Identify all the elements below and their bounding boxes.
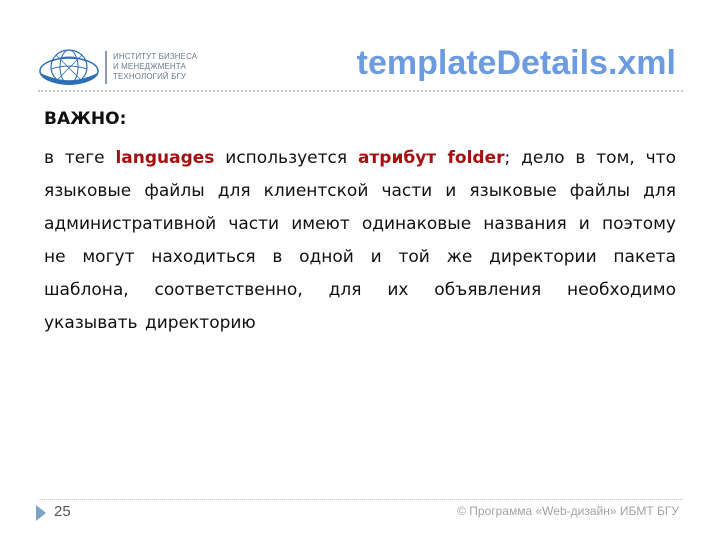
keyword-attribute-folder: атрибут folder [357,148,505,168]
logo-line: ТЕХНОЛОГИЙ БГУ [113,72,187,81]
header-divider [38,90,683,92]
triangle-right-icon [36,505,46,521]
footer-copyright: © Программа «Web-дизайн» ИБМТ БГУ [457,504,679,518]
body-paragraph: в теге languages используется атрибут fo… [44,142,676,340]
logo-line: ИНСТИТУТ БИЗНЕСА [113,52,198,61]
footer-divider [38,499,683,500]
logo-text: ИНСТИТУТ БИЗНЕСА И МЕНЕДЖМЕНТА ТЕХНОЛОГИ… [113,52,197,82]
text-run: ; дело в том, что языковые файлы для кли… [44,148,676,333]
page-number: 25 [54,503,71,520]
keyword-languages: languages [115,148,215,168]
slide-content: ВАЖНО: в теге languages используется атр… [44,106,676,340]
logo-line: И МЕНЕДЖМЕНТА [113,62,186,71]
slide-title: templateDetails.xml [356,44,676,82]
text-run: используется [214,148,358,168]
important-heading: ВАЖНО: [44,109,127,129]
text-run: в теге [44,148,116,168]
logo-divider [105,51,107,84]
globe-icon [39,49,99,85]
